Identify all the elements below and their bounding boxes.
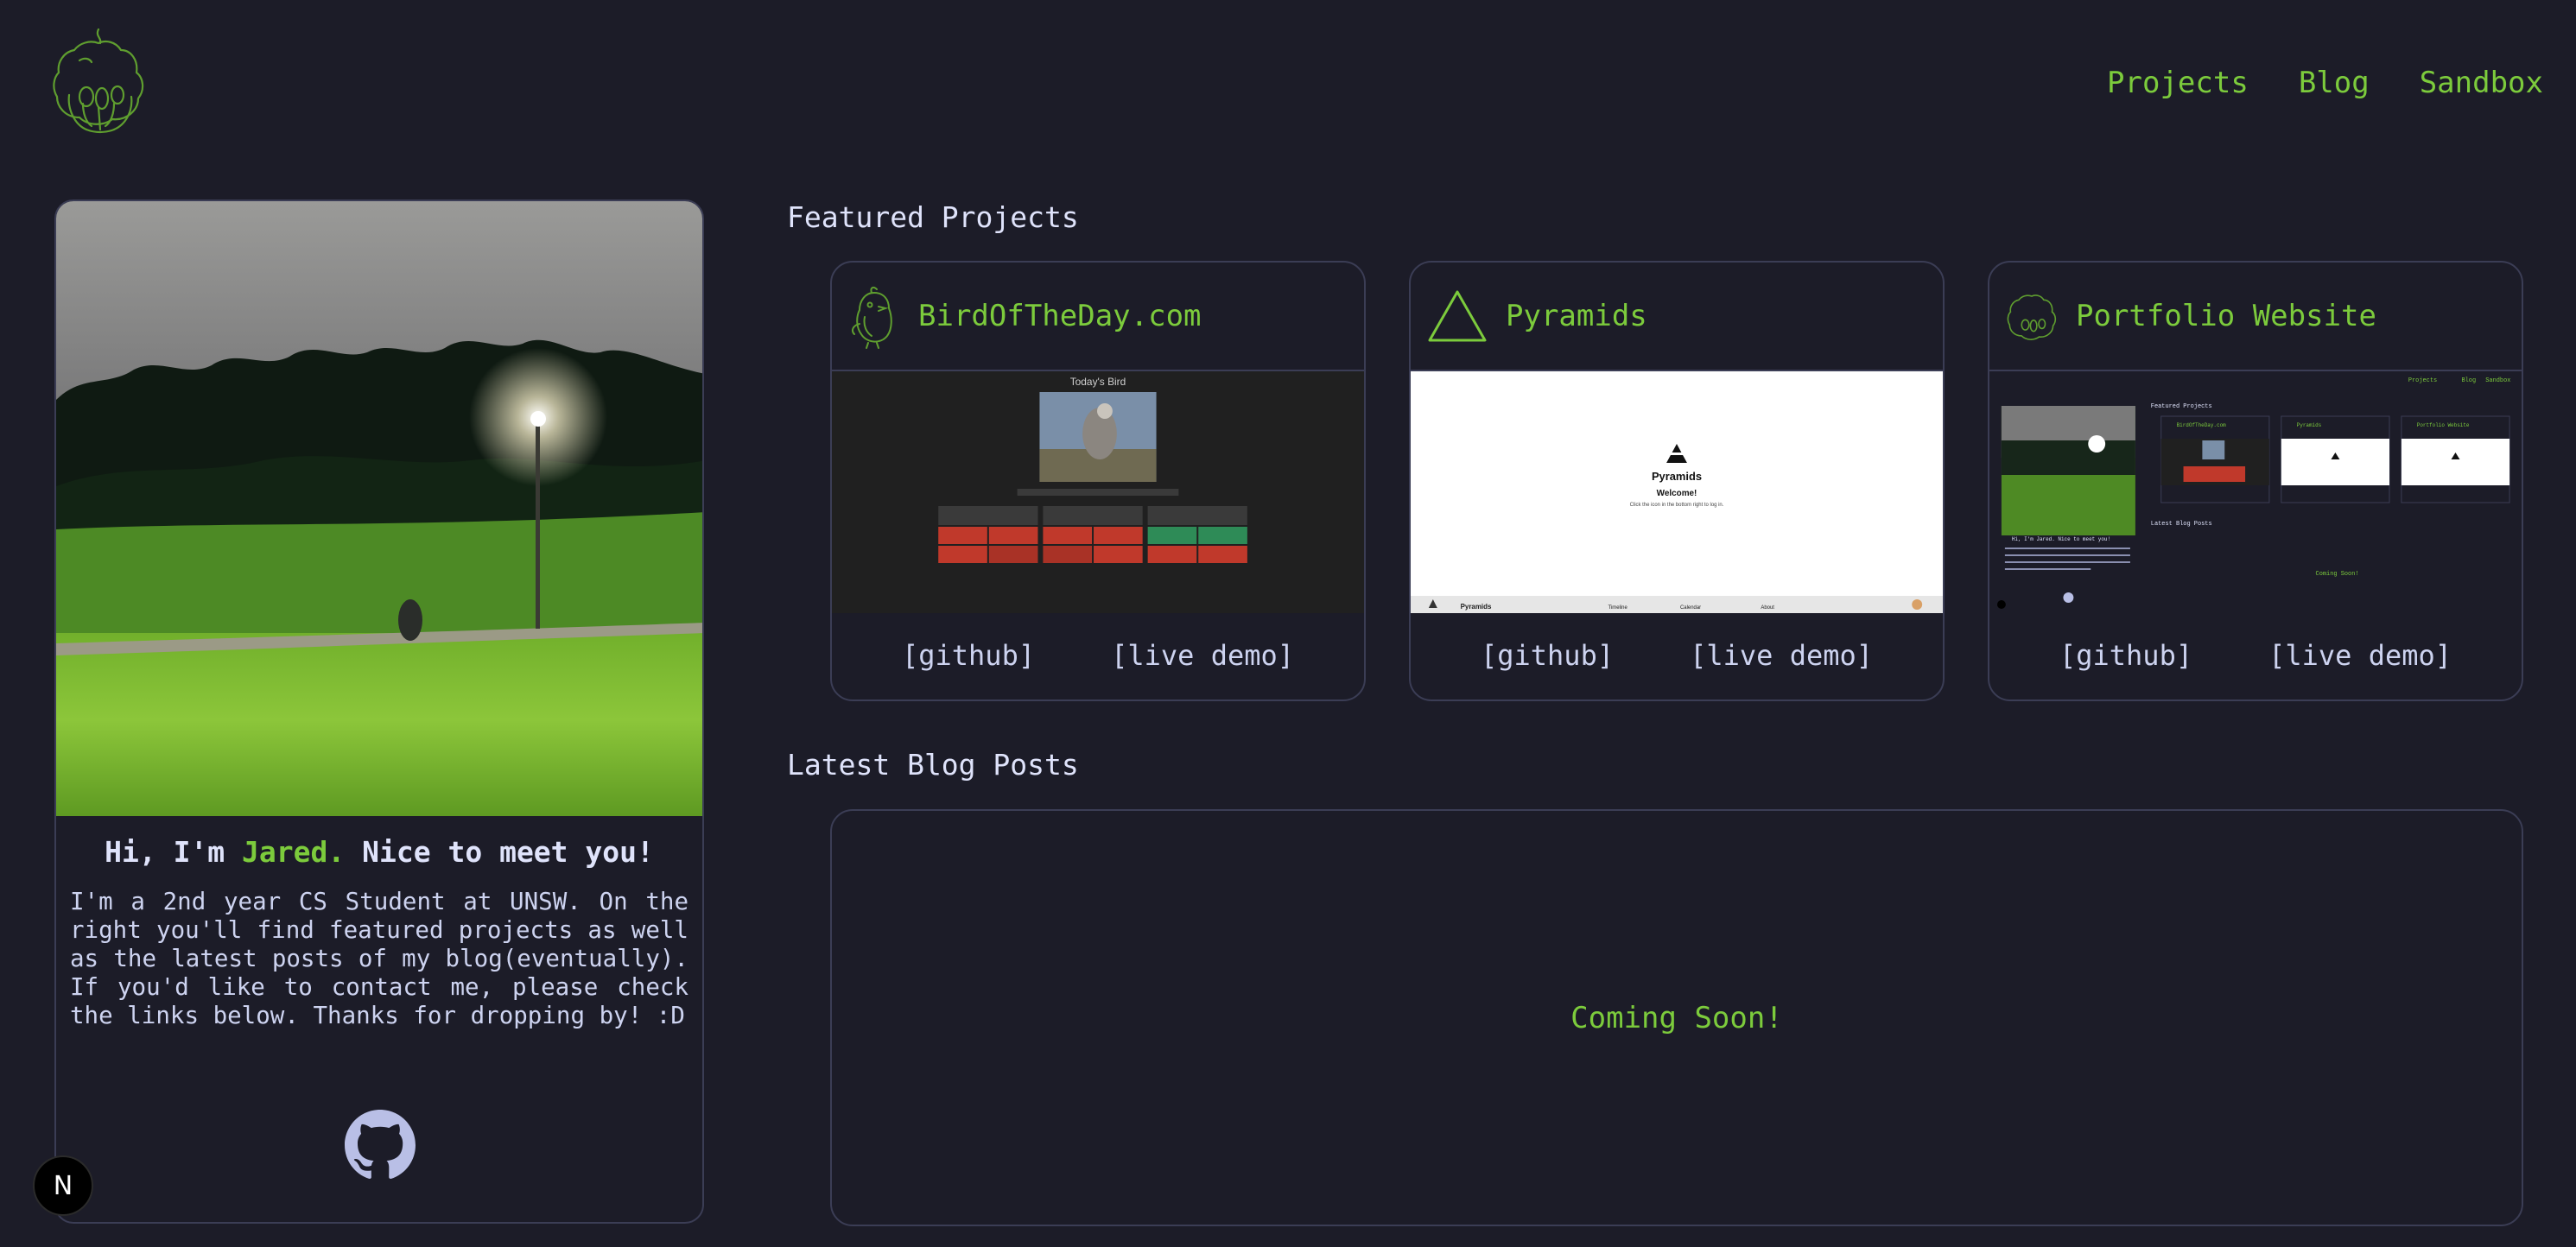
live-demo-link[interactable]: [live demo] bbox=[1111, 639, 1294, 672]
project-card-birdoftheday: BirdOfTheDay.com Today's Bird [github] [… bbox=[830, 261, 1366, 701]
preview-nav-item: Timeline bbox=[1608, 605, 1628, 611]
project-preview-image: Today's Bird bbox=[832, 371, 1364, 613]
cupcake-icon bbox=[2007, 294, 2057, 340]
greeting-name: Jared. bbox=[242, 835, 346, 869]
preview-hint: Click the icon in the bottom right to lo… bbox=[1630, 503, 1724, 508]
github-link[interactable]: [github] bbox=[2059, 639, 2192, 672]
preview-nav-item: Pyramids bbox=[1461, 603, 1492, 611]
preview-nav-item: About bbox=[1761, 605, 1774, 611]
featured-projects-heading: Featured Projects bbox=[787, 200, 1079, 234]
nav-projects-link[interactable]: Projects bbox=[2107, 66, 2249, 100]
blog-posts-container: Coming Soon! bbox=[830, 809, 2523, 1226]
preview-heading: Today's Bird bbox=[1070, 376, 1126, 388]
nav-sandbox-link[interactable]: Sandbox bbox=[2420, 66, 2543, 100]
preview-blog: Latest Blog Posts bbox=[2151, 521, 2212, 528]
coming-soon-text: Coming Soon! bbox=[1570, 1000, 1783, 1035]
project-title: Portfolio Website bbox=[2076, 299, 2376, 333]
github-link[interactable]: [github] bbox=[1481, 639, 1614, 672]
nextjs-dev-badge[interactable]: N bbox=[33, 1155, 93, 1216]
greeting-suffix: Nice to meet you! bbox=[345, 835, 654, 869]
project-links: [github] [live demo] bbox=[1989, 639, 2522, 672]
project-links: [github] [live demo] bbox=[832, 639, 1364, 672]
project-preview-image: Pyramids Welcome! Click the icon in the … bbox=[1411, 371, 1943, 613]
github-link[interactable]: [github] bbox=[902, 639, 1035, 672]
project-card-pyramids: Pyramids Pyramids Welcome! Click the ico… bbox=[1409, 261, 1945, 701]
preview-app-name: Pyramids bbox=[1652, 470, 1702, 483]
nav-blog-link[interactable]: Blog bbox=[2299, 66, 2370, 100]
project-title: Pyramids bbox=[1506, 299, 1647, 333]
preview-featured: Featured Projects bbox=[2151, 403, 2212, 410]
live-demo-link[interactable]: [live demo] bbox=[2268, 639, 2452, 672]
main-nav: Projects Blog Sandbox bbox=[2107, 66, 2543, 100]
preview-nav-item: Sandbox bbox=[2485, 377, 2510, 384]
preview-greeting: Hi, I'm Jared. Nice to meet you! bbox=[2012, 536, 2110, 542]
project-card-header: Pyramids bbox=[1411, 263, 1943, 371]
project-card-portfolio: Portfolio Website Projects Blog Sandbox … bbox=[1988, 261, 2523, 701]
preview-nav-item: Calendar bbox=[1680, 605, 1701, 611]
profile-photo bbox=[56, 201, 702, 816]
greeting-prefix: Hi, I'm bbox=[105, 835, 243, 869]
preview-card-title: BirdOfTheDay.com bbox=[2177, 422, 2227, 428]
bio-text: I'm a 2nd year CS Student at UNSW. On th… bbox=[70, 888, 688, 1029]
project-card-header: Portfolio Website bbox=[1989, 263, 2522, 371]
triangle-icon bbox=[1428, 290, 1487, 342]
profile-card: Hi, I'm Jared. Nice to meet you! I'm a 2… bbox=[54, 199, 704, 1224]
preview-card-title: Portfolio Website bbox=[2417, 422, 2470, 428]
preview-nav-item: Blog bbox=[2461, 377, 2476, 384]
nextjs-logo-icon: N bbox=[53, 1170, 73, 1201]
bird-icon bbox=[852, 286, 892, 349]
github-icon[interactable] bbox=[345, 1110, 416, 1181]
latest-blog-posts-heading: Latest Blog Posts bbox=[787, 748, 1079, 782]
preview-card-title: Pyramids bbox=[2297, 422, 2322, 428]
project-links: [github] [live demo] bbox=[1411, 639, 1943, 672]
preview-nav-item: Projects bbox=[2408, 377, 2437, 384]
preview-welcome: Welcome! bbox=[1657, 489, 1697, 498]
project-title: BirdOfTheDay.com bbox=[918, 299, 1202, 333]
project-card-header: BirdOfTheDay.com bbox=[832, 263, 1364, 371]
site-logo[interactable] bbox=[48, 24, 149, 136]
project-preview-image: Projects Blog Sandbox Hi, I'm Jared. Nic… bbox=[1989, 371, 2522, 613]
greeting: Hi, I'm Jared. Nice to meet you! bbox=[56, 835, 702, 869]
preview-coming-soon: Coming Soon! bbox=[2316, 571, 2359, 578]
live-demo-link[interactable]: [live demo] bbox=[1690, 639, 1873, 672]
